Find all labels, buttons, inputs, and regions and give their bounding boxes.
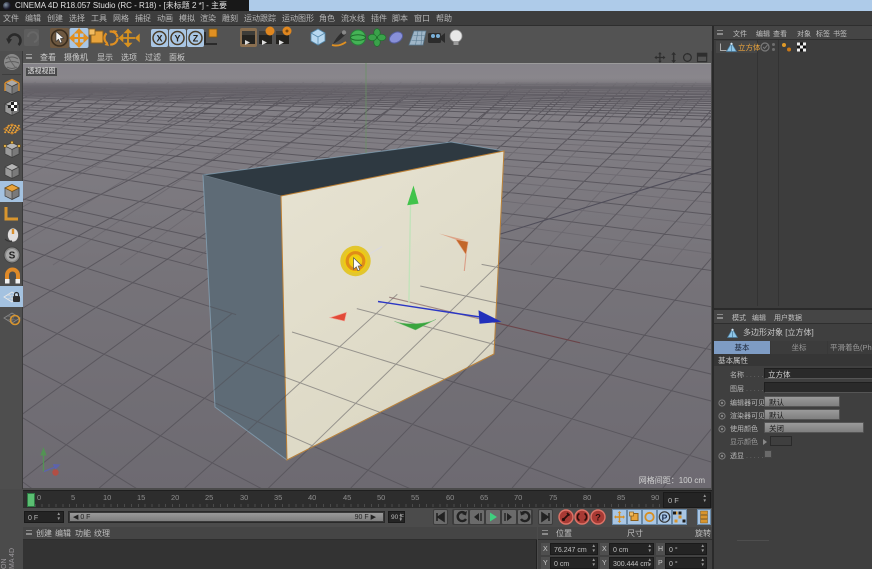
svg-text:P: P — [662, 512, 668, 522]
svg-text:X: X — [156, 34, 162, 44]
svg-text:S: S — [9, 251, 16, 262]
svg-text:Y: Y — [174, 34, 180, 44]
svg-text:?: ? — [595, 513, 601, 524]
svg-text:Z: Z — [193, 34, 199, 44]
